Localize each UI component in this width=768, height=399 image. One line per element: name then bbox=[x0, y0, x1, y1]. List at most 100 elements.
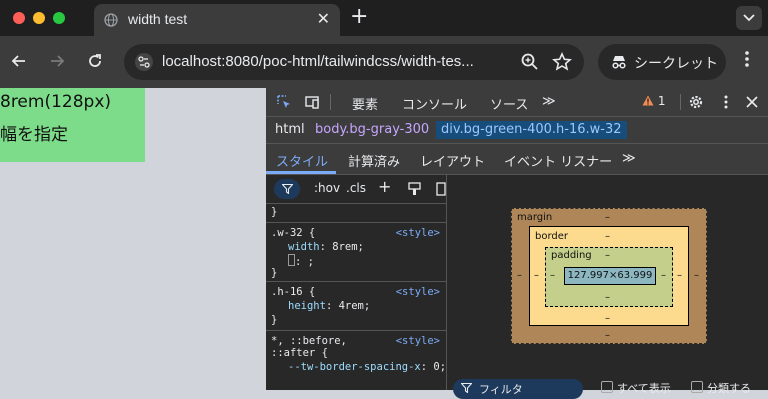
filter-icon[interactable] bbox=[274, 179, 300, 199]
toolbar-divider bbox=[680, 94, 681, 110]
property-value: 8rem; bbox=[332, 241, 364, 253]
margin-label: margin bbox=[517, 212, 553, 223]
rule-source[interactable]: <style> bbox=[396, 286, 440, 298]
devtools-toolbar: 要素 コンソール ソース ≫ 1 bbox=[266, 88, 768, 119]
warning-counter[interactable]: 1 bbox=[642, 94, 665, 108]
incognito-indicator[interactable]: シークレット bbox=[598, 44, 726, 80]
property-value: 0; bbox=[433, 361, 447, 373]
border-right-value[interactable]: – bbox=[677, 270, 682, 281]
subtab-styles[interactable]: スタイル bbox=[276, 151, 328, 170]
browser-menu-icon[interactable] bbox=[744, 50, 750, 68]
padding-bottom-value[interactable]: – bbox=[605, 292, 610, 303]
device-toolbar-icon[interactable] bbox=[304, 94, 320, 110]
settings-gear-icon[interactable] bbox=[688, 94, 704, 110]
padding-top-value[interactable]: – bbox=[605, 250, 610, 261]
browser-tab[interactable]: width test ✕ bbox=[94, 4, 340, 36]
hov-toggle[interactable]: :hov bbox=[314, 181, 340, 195]
rule-property-editing[interactable]: : ; bbox=[288, 254, 314, 268]
incognito-label: シークレット bbox=[634, 56, 718, 72]
subtab-computed[interactable]: 計算済み bbox=[348, 151, 400, 170]
styles-filter-bar: :hov .cls + bbox=[266, 175, 446, 204]
green-box-line2: 幅を指定 bbox=[0, 125, 68, 145]
chevron-down-icon bbox=[743, 14, 755, 22]
padding-left-value[interactable]: – bbox=[550, 270, 555, 281]
property-name: width bbox=[288, 241, 320, 253]
bookmark-star-icon[interactable] bbox=[552, 52, 572, 72]
border-bottom-value[interactable]: – bbox=[605, 313, 610, 324]
rule-close-brace: } bbox=[271, 267, 278, 279]
margin-top-value[interactable]: – bbox=[605, 212, 610, 223]
padding-right-value[interactable]: – bbox=[661, 270, 666, 281]
rule-selector-cont: ::after { bbox=[271, 347, 328, 359]
new-tab-button[interactable]: + bbox=[350, 4, 368, 29]
elements-subtabs: スタイル 計算済み レイアウト イベント リスナー ≫ bbox=[266, 144, 768, 175]
rule-property[interactable]: width: 8rem; bbox=[288, 241, 364, 253]
breadcrumb-div[interactable]: div.bg-green-400.h-16.w-32 bbox=[436, 121, 627, 139]
more-subtabs-button[interactable]: ≫ bbox=[622, 151, 636, 166]
property-value: 4rem; bbox=[338, 300, 371, 312]
maximize-window-button[interactable] bbox=[53, 12, 65, 24]
rule-property[interactable]: height: 4rem; bbox=[288, 300, 370, 312]
style-rule: .w-32 { <style> width: 8rem; : ; } bbox=[266, 223, 446, 282]
close-devtools-icon[interactable] bbox=[744, 94, 760, 110]
incognito-icon bbox=[612, 56, 626, 69]
margin-left-value[interactable]: – bbox=[517, 270, 522, 281]
subtab-layout[interactable]: レイアウト bbox=[420, 151, 485, 170]
minimize-window-button[interactable] bbox=[33, 12, 45, 24]
border-label: border bbox=[535, 231, 569, 242]
tab-title: width test bbox=[128, 11, 188, 27]
computed-filter-bar: フィルタ すべて表示 分類する bbox=[447, 378, 768, 399]
reload-icon[interactable] bbox=[86, 52, 104, 70]
paint-brush-icon[interactable] bbox=[408, 182, 421, 196]
rule-source[interactable]: <style> bbox=[396, 335, 440, 347]
tab-elements[interactable]: 要素 bbox=[352, 94, 379, 119]
property-value: : ; bbox=[295, 256, 314, 268]
site-info-icon[interactable] bbox=[134, 52, 154, 72]
computed-sidebar-icon[interactable] bbox=[436, 182, 446, 196]
tab-search-button[interactable] bbox=[736, 6, 762, 30]
box-model-content[interactable]: 127.997×63.999 bbox=[564, 267, 656, 285]
group-checkbox[interactable] bbox=[691, 381, 703, 393]
address-bar[interactable]: localhost:8080/poc-html/tailwindcss/widt… bbox=[124, 44, 584, 80]
zoom-icon[interactable] bbox=[520, 52, 540, 72]
url-text: localhost:8080/poc-html/tailwindcss/widt… bbox=[162, 53, 474, 70]
subtab-event-listeners[interactable]: イベント リスナー bbox=[504, 151, 612, 170]
green-box: 8rem(128px) 幅を指定 bbox=[0, 88, 145, 162]
margin-right-value[interactable]: – bbox=[694, 270, 699, 281]
rule-selector: .w-32 { bbox=[271, 227, 316, 239]
close-window-button[interactable] bbox=[13, 12, 25, 24]
new-rule-button[interactable]: + bbox=[378, 177, 391, 196]
styles-pane: :hov .cls + } .w-32 { <style> width: 8re… bbox=[266, 175, 447, 390]
breadcrumb-html[interactable]: html bbox=[270, 121, 310, 139]
cls-toggle[interactable]: .cls bbox=[346, 181, 366, 195]
devtools-menu-icon[interactable] bbox=[718, 94, 734, 110]
border-left-value[interactable]: – bbox=[534, 270, 539, 281]
tab-sources[interactable]: ソース bbox=[490, 94, 528, 113]
property-name: --tw-border-spacing-x bbox=[288, 361, 421, 373]
inspect-element-icon[interactable] bbox=[276, 94, 292, 110]
style-rule: *, ::before, <style> ::after { --tw-bord… bbox=[266, 331, 446, 390]
rule-selector: *, ::before, bbox=[271, 335, 347, 347]
breadcrumb-body[interactable]: body.bg-gray-300 bbox=[310, 121, 434, 139]
computed-filter-input[interactable]: フィルタ bbox=[453, 379, 583, 399]
rule-close-brace: } bbox=[271, 206, 278, 218]
border-top-value[interactable]: – bbox=[605, 231, 610, 242]
filter-placeholder: フィルタ bbox=[479, 383, 523, 396]
devtools-panel: 要素 コンソール ソース ≫ 1 html body.bg-gray-300 d… bbox=[266, 88, 768, 399]
property-name: height bbox=[288, 300, 326, 312]
margin-bottom-value[interactable]: – bbox=[605, 330, 610, 341]
rule-selector: .h-16 { bbox=[271, 286, 316, 298]
forward-icon[interactable] bbox=[48, 52, 66, 70]
rule-property[interactable]: --tw-border-spacing-x: 0; bbox=[288, 361, 446, 373]
back-icon[interactable] bbox=[10, 52, 28, 70]
filter-icon bbox=[461, 383, 472, 393]
group-label: 分類する bbox=[707, 382, 751, 395]
more-tabs-button[interactable]: ≫ bbox=[542, 94, 556, 109]
close-tab-icon[interactable]: ✕ bbox=[317, 9, 330, 28]
tab-console[interactable]: コンソール bbox=[402, 94, 467, 113]
warning-count: 1 bbox=[657, 94, 666, 108]
rule-source[interactable]: <style> bbox=[396, 227, 440, 239]
warning-icon bbox=[642, 95, 654, 106]
show-all-checkbox[interactable] bbox=[601, 381, 613, 393]
style-rule: } bbox=[266, 204, 446, 223]
